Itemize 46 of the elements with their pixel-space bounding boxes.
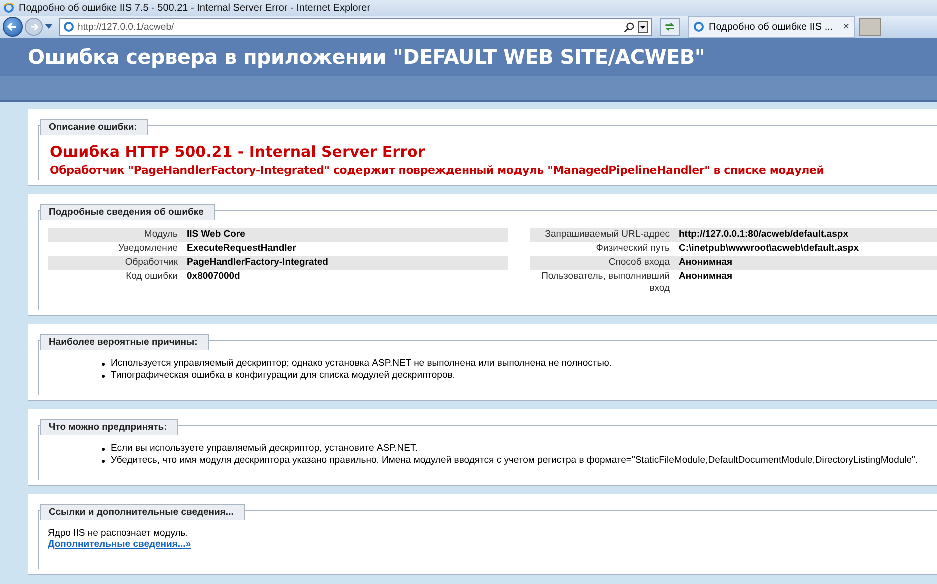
panel-heading: Наиболее вероятные причины: bbox=[40, 334, 209, 350]
bullet-icon bbox=[102, 362, 105, 366]
bullet-icon bbox=[102, 374, 105, 378]
detail-value: IIS Web Core bbox=[187, 228, 246, 242]
refresh-icon bbox=[664, 21, 676, 33]
error-message: Обработчик "PageHandlerFactory-Integrated" содержит поврежденный модуль "ManagedPipelineHandler" в списке модулей bbox=[50, 164, 826, 177]
address-field[interactable]: http://127.0.0.1/acweb/ bbox=[59, 18, 652, 36]
bullet-icon bbox=[102, 460, 105, 462]
list-item: Используется управляемый дескриптор; однако установка ASP.NET не выполнена или выполнена не полностью. bbox=[111, 358, 612, 370]
detail-label: Запрашиваемый URL-адрес bbox=[544, 228, 671, 241]
browser-logo-icon bbox=[3, 2, 15, 14]
close-tab-button[interactable]: × bbox=[843, 21, 850, 33]
info-text: Ядро IIS не распознает модуль. bbox=[48, 528, 190, 539]
detail-label: Физический путь bbox=[595, 242, 671, 255]
panel-heading: Подробные сведения об ошибке bbox=[40, 204, 215, 220]
error-title: Ошибка HTTP 500.21 - Internal Server Error bbox=[50, 143, 426, 161]
detail-label: Модуль bbox=[143, 228, 179, 241]
detail-label: Код ошибки bbox=[125, 270, 179, 283]
page-icon bbox=[63, 21, 75, 33]
panel-heading: Что можно предпринять: bbox=[40, 419, 178, 435]
refresh-button[interactable] bbox=[660, 18, 680, 36]
detail-value: 0x8007000d bbox=[187, 270, 240, 284]
detail-value: Анонимная bbox=[679, 256, 733, 270]
panel-heading: Ссылки и дополнительные сведения... bbox=[40, 504, 245, 520]
detail-value: ExecuteRequestHandler bbox=[187, 242, 296, 256]
detail-label: Пользователь, выполнивший вход bbox=[540, 270, 671, 295]
detail-value: C:\inetpub\wwwroot\acweb\default.aspx bbox=[679, 242, 859, 256]
page-icon bbox=[693, 21, 705, 33]
detail-value: http://127.0.0.1:80/acweb/default.aspx bbox=[679, 228, 848, 242]
arrow-right-icon bbox=[28, 21, 40, 33]
browser-tab[interactable]: Подробно об ошибке IIS ... × bbox=[688, 16, 855, 38]
list-item: Если вы используете управляемый дескриптор, установите ASP.NET. bbox=[111, 443, 418, 455]
more-info-link[interactable]: Дополнительные сведения...» bbox=[48, 539, 192, 550]
detail-value: Анонимная bbox=[679, 270, 733, 284]
page-title: Ошибка сервера в приложении "DEFAULT WEB SITE/ACWEB" bbox=[28, 45, 705, 69]
detail-value: PageHandlerFactory-Integrated bbox=[187, 256, 328, 270]
bullet-icon bbox=[102, 448, 105, 450]
list-item: Убедитесь, что имя модуля дескриптора указано правильно. Имена модулей вводятся с учетом регистра в формате="StaticFileModule,DefaultDocumentModule,DirectoryListingModule". bbox=[111, 455, 918, 467]
detail-label: Уведомление bbox=[117, 242, 179, 255]
back-button[interactable] bbox=[3, 17, 23, 37]
list-item: Типографическая ошибка в конфигурации для списка модулей дескрипторов. bbox=[111, 370, 456, 382]
detail-label: Обработчик bbox=[124, 256, 179, 269]
detail-label: Способ входа bbox=[608, 256, 671, 269]
search-icon[interactable] bbox=[624, 22, 635, 32]
panel-heading: Описание ошибки: bbox=[40, 119, 148, 135]
window-title: Подробно об ошибке IIS 7.5 - 500.21 - Internal Server Error - Internet Explorer bbox=[19, 2, 371, 14]
